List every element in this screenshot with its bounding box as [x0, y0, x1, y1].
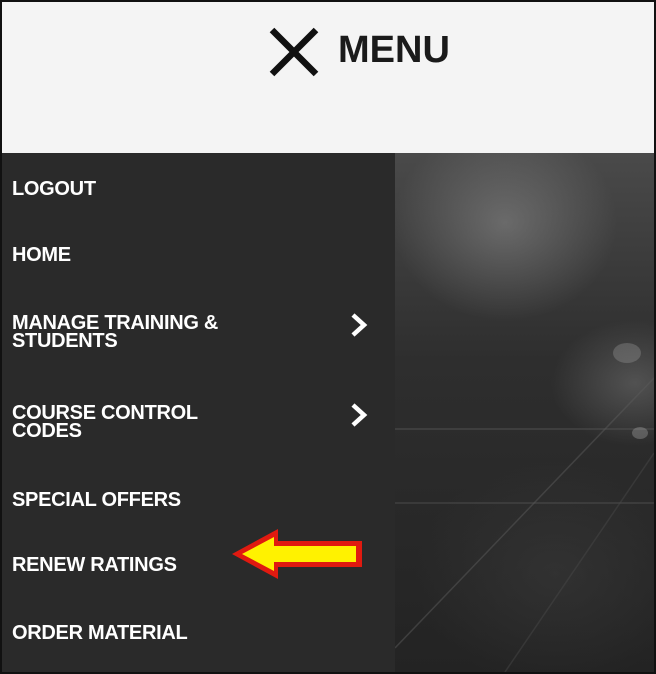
arrow-left-icon	[232, 529, 362, 579]
sidebar-item-special-offers[interactable]: SPECIAL OFFERS	[2, 461, 395, 521]
sidebar-item-manage-training[interactable]: MANAGE TRAINING & STUDENTS	[2, 287, 395, 369]
sidebar-nav: LOGOUT HOME MANAGE TRAINING & STUDENTS C…	[2, 153, 395, 672]
sidebar-item-label: ORDER MATERIAL	[12, 622, 188, 644]
sidebar-item-home[interactable]: HOME	[2, 217, 395, 287]
hero-texture	[395, 343, 654, 672]
background-hero-image	[395, 153, 654, 672]
sidebar-item-logout[interactable]: LOGOUT	[2, 153, 395, 217]
menu-label: MENU	[338, 28, 450, 71]
menu-close-toggle[interactable]: MENU	[264, 20, 450, 80]
sidebar-item-label: RENEW RATINGS	[12, 554, 177, 576]
sidebar-item-label: HOME	[12, 244, 71, 266]
sidebar-item-label: SPECIAL OFFERS	[12, 489, 181, 511]
chevron-right-icon[interactable]	[348, 312, 370, 338]
app-frame: MENU LOGOUT HOME MANAGE TRAINING & STUDE…	[0, 0, 656, 674]
chevron-right-icon[interactable]	[348, 402, 370, 428]
header: MENU	[2, 2, 654, 153]
sidebar-item-label-line2: CODES	[12, 420, 82, 442]
sidebar-item-label-line2: STUDENTS	[12, 330, 118, 352]
sidebar-item-order-material[interactable]: ORDER MATERIAL	[2, 587, 395, 672]
close-icon	[269, 27, 319, 77]
sidebar-item-course-control-codes[interactable]: COURSE CONTROL CODES	[2, 369, 395, 461]
sidebar-item-label: LOGOUT	[12, 178, 96, 200]
